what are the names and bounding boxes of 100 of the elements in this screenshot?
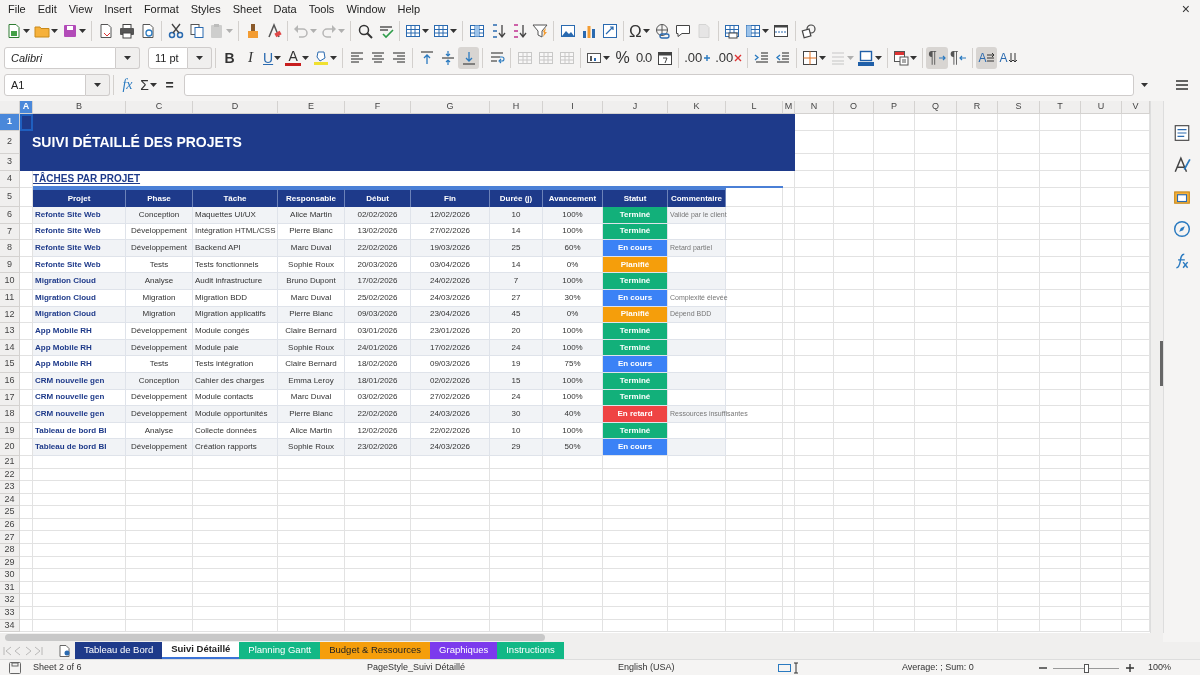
- row-number-header[interactable]: 8: [0, 240, 20, 257]
- table-header-cell: Durée (j): [490, 188, 543, 207]
- column-letter-header[interactable]: B: [33, 101, 126, 114]
- menu-item[interactable]: View: [62, 0, 99, 18]
- table-cell: 27: [490, 289, 543, 307]
- column-letter-header[interactable]: V: [1122, 101, 1150, 114]
- status-cell: En cours: [603, 240, 668, 257]
- column-letter-header[interactable]: A: [20, 101, 33, 114]
- menu-item[interactable]: Edit: [31, 0, 63, 18]
- menu-item[interactable]: Sheet: [226, 0, 268, 18]
- menu-item[interactable]: Tools: [302, 0, 341, 18]
- sum-button[interactable]: Σ: [138, 74, 159, 96]
- table-cell: Développement: [126, 406, 193, 423]
- column-letter-header[interactable]: I: [543, 101, 603, 114]
- menu-item[interactable]: Data: [267, 0, 303, 18]
- column-letter-header[interactable]: M: [783, 101, 795, 114]
- row-number-header[interactable]: 10: [0, 273, 20, 290]
- table-cell: 18/02/2026: [345, 356, 411, 373]
- column-letter-header[interactable]: S: [998, 101, 1040, 114]
- column-letter-header[interactable]: K: [668, 101, 726, 114]
- sheet-tab[interactable]: Tableau de Bord: [75, 642, 163, 659]
- row-number-header[interactable]: 20: [0, 439, 20, 456]
- table-cell: Refonte Site Web: [33, 240, 126, 257]
- column-letter-header[interactable]: L: [726, 101, 783, 114]
- font-size-field[interactable]: 11 pt: [148, 46, 188, 69]
- table-cell: 17/02/2026: [345, 273, 411, 290]
- adddecimal-button[interactable]: .00: [682, 46, 714, 69]
- table-cell: Module congés: [193, 323, 278, 340]
- column-letter-header[interactable]: Q: [915, 101, 957, 114]
- close-document-button[interactable]: ×: [1181, 2, 1190, 16]
- table-header-cell: Commentaire: [668, 188, 726, 207]
- column-letter-header[interactable]: G: [411, 101, 490, 114]
- ltr-button[interactable]: ¶: [926, 46, 948, 69]
- row-number-header[interactable]: 4: [0, 171, 20, 188]
- vertical-button[interactable]: A: [997, 46, 1019, 69]
- row-number-header[interactable]: 30: [0, 569, 20, 582]
- row-number-header[interactable]: 32: [0, 594, 20, 608]
- row-number-header[interactable]: 27: [0, 531, 20, 545]
- menu-item[interactable]: File: [2, 0, 32, 18]
- table-cell: 60%: [543, 240, 603, 257]
- table-cell: App Mobile RH: [33, 323, 126, 340]
- menu-item[interactable]: Format: [137, 0, 185, 18]
- table-cell: Module opportunités: [193, 406, 278, 423]
- menu-item[interactable]: Window: [340, 0, 392, 18]
- cell-reference-field[interactable]: A1: [4, 74, 86, 96]
- table-cell: 24/03/2026: [411, 406, 490, 423]
- fontcolor-button[interactable]: A: [283, 46, 312, 69]
- standard-button[interactable]: 0.0: [633, 46, 655, 69]
- column-letter-header[interactable]: R: [957, 101, 998, 114]
- sheet-tab[interactable]: Budget & Ressources: [320, 642, 431, 659]
- column-letter-header[interactable]: P: [874, 101, 915, 114]
- table-header-cell: Responsable: [278, 188, 345, 207]
- italic-button[interactable]: I: [240, 46, 261, 69]
- row-number-header[interactable]: 13: [0, 323, 20, 340]
- table-header-cell: Statut: [603, 188, 668, 207]
- column-letter-header[interactable]: H: [490, 101, 543, 114]
- special-button[interactable]: Ω: [627, 20, 652, 42]
- row-number-header[interactable]: 6: [0, 207, 20, 224]
- table-cell: 25/02/2026: [345, 289, 411, 307]
- row-number-header[interactable]: 3: [0, 154, 20, 171]
- sheet-tab[interactable]: Graphiques: [430, 642, 498, 659]
- underline-button[interactable]: U: [261, 46, 284, 69]
- rtl-button[interactable]: ¶: [947, 46, 970, 69]
- column-letter-header[interactable]: C: [126, 101, 193, 114]
- column-letter-header[interactable]: D: [193, 101, 278, 114]
- horizontal-button[interactable]: A: [976, 46, 998, 69]
- percent-button[interactable]: %: [612, 46, 634, 69]
- status-cell: Terminé: [603, 273, 668, 290]
- table-cell: 24/02/2026: [411, 273, 490, 290]
- formula-button[interactable]: =: [159, 74, 180, 96]
- menu-item[interactable]: Help: [391, 0, 427, 18]
- table-cell: Tests intégration: [193, 356, 278, 373]
- row-number-header[interactable]: 23: [0, 481, 20, 494]
- row-number-header[interactable]: 33: [0, 607, 20, 620]
- row-number-header[interactable]: 15: [0, 356, 20, 373]
- table-header-cell: Début: [345, 188, 411, 207]
- row-number-header[interactable]: 2: [0, 131, 20, 154]
- function-wizard-button[interactable]: fx: [117, 74, 138, 96]
- column-letter-header[interactable]: T: [1040, 101, 1081, 114]
- column-letter-header[interactable]: J: [603, 101, 668, 114]
- row-number-header[interactable]: 28: [0, 544, 20, 557]
- column-letter-header[interactable]: U: [1081, 101, 1122, 114]
- column-letter-header[interactable]: E: [278, 101, 345, 114]
- column-letter-header[interactable]: O: [834, 101, 874, 114]
- row-number-header[interactable]: 1: [0, 114, 20, 131]
- table-cell: Sophie Roux: [278, 439, 345, 456]
- row-number-header[interactable]: 25: [0, 506, 20, 519]
- table-cell: Alice Martin: [278, 207, 345, 224]
- font-name-field[interactable]: Calibri: [4, 46, 116, 69]
- table-cell: 22/02/2026: [345, 406, 411, 423]
- column-letter-header[interactable]: N: [795, 101, 834, 114]
- row-number-header[interactable]: 5: [0, 188, 20, 207]
- column-letter-header[interactable]: F: [345, 101, 411, 114]
- menu-item[interactable]: Insert: [98, 0, 138, 18]
- sheet-tab[interactable]: Suivi Détaillé: [162, 642, 240, 659]
- bold-button[interactable]: B: [219, 46, 240, 69]
- deldecimal-button[interactable]: .00: [713, 46, 745, 69]
- row-number-header[interactable]: 18: [0, 406, 20, 423]
- menu-item[interactable]: Styles: [184, 0, 227, 18]
- table-cell: 7: [490, 273, 543, 290]
